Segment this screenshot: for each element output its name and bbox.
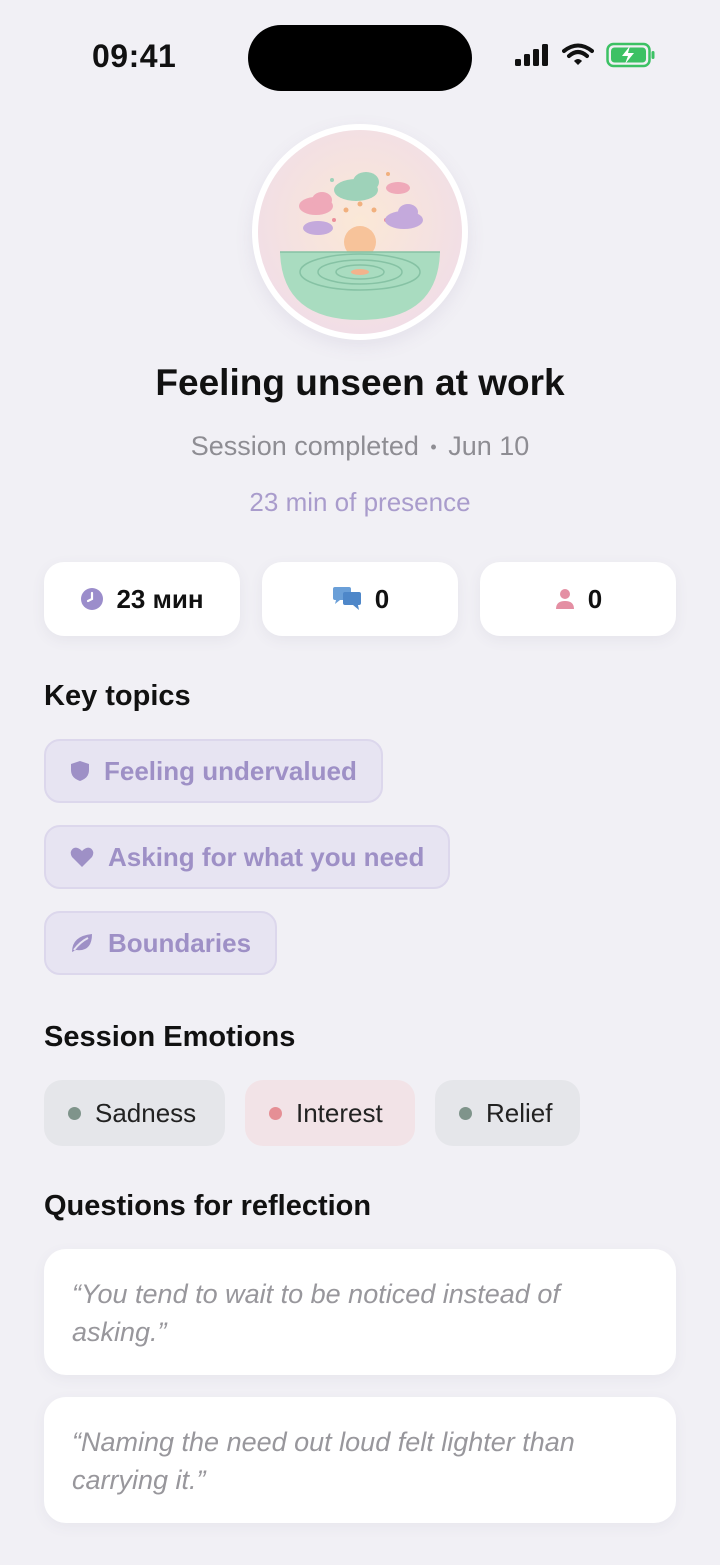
reflection-quote-text: “Naming the need out loud felt lighter t…: [72, 1427, 575, 1495]
session-title: Feeling unseen at work: [155, 362, 565, 403]
session-status: Session completed: [190, 431, 419, 461]
emotion-label: Interest: [296, 1097, 383, 1128]
emotion-dot: [269, 1106, 282, 1120]
session-emotions-title: Session Emotions: [44, 1021, 296, 1053]
emotion-chip-sadness[interactable]: Sadness: [44, 1080, 225, 1146]
leaf-icon: [72, 934, 92, 952]
topic-label: Feeling undervalued: [104, 755, 357, 786]
status-time: 09:41: [92, 38, 177, 74]
session-illustration: [252, 124, 468, 340]
cellular-signal-icon: [515, 44, 548, 66]
emotion-label: Relief: [486, 1097, 553, 1128]
shield-icon: [71, 761, 89, 781]
topic-label: Asking for what you need: [108, 841, 425, 872]
emotion-dot: [68, 1106, 81, 1120]
reflection-quote-card[interactable]: “Naming the need out loud felt lighter t…: [44, 1397, 676, 1523]
session-date: Jun 10: [448, 431, 530, 461]
person-icon: [555, 589, 574, 609]
emotion-dot: [459, 1106, 472, 1120]
dynamic-island: [248, 25, 472, 91]
stat-people: 0: [480, 562, 676, 636]
presence-duration: 23 min of presence: [249, 487, 471, 517]
battery-charging-icon: [606, 42, 655, 68]
status-icons: [514, 42, 656, 68]
wifi-icon: [562, 43, 594, 65]
status-bar: 09:41: [0, 0, 720, 110]
stat-messages-value: 0: [374, 583, 390, 614]
sunset-lake-illustration: [258, 130, 462, 334]
key-topics-title: Key topics: [44, 680, 191, 712]
topic-chip-feeling-undervalued[interactable]: Feeling undervalued: [44, 739, 383, 803]
emotion-chip-interest[interactable]: Interest: [245, 1080, 415, 1146]
stat-messages: 0: [262, 562, 458, 636]
heart-icon: [70, 847, 94, 867]
topic-chip-boundaries[interactable]: Boundaries: [44, 911, 278, 975]
reflection-quote-text: “You tend to wait to be noticed instead …: [72, 1279, 560, 1347]
stat-people-value: 0: [587, 583, 603, 614]
chat-bubbles-icon: [332, 587, 361, 610]
stat-duration: 23 мин: [44, 562, 240, 636]
reflection-title: Questions for reflection: [44, 1190, 372, 1222]
topic-label: Boundaries: [108, 927, 252, 958]
session-meta: Session completed • Jun 10: [0, 431, 720, 462]
topic-chip-asking-for-what-you-need[interactable]: Asking for what you need: [44, 825, 451, 889]
stat-duration-value: 23 мин: [116, 583, 204, 614]
clock-icon: [81, 588, 104, 610]
emotion-chip-relief[interactable]: Relief: [435, 1080, 580, 1146]
emotion-label: Sadness: [95, 1097, 197, 1128]
meta-separator: •: [430, 437, 437, 458]
reflection-quote-card[interactable]: “You tend to wait to be noticed instead …: [44, 1249, 676, 1375]
